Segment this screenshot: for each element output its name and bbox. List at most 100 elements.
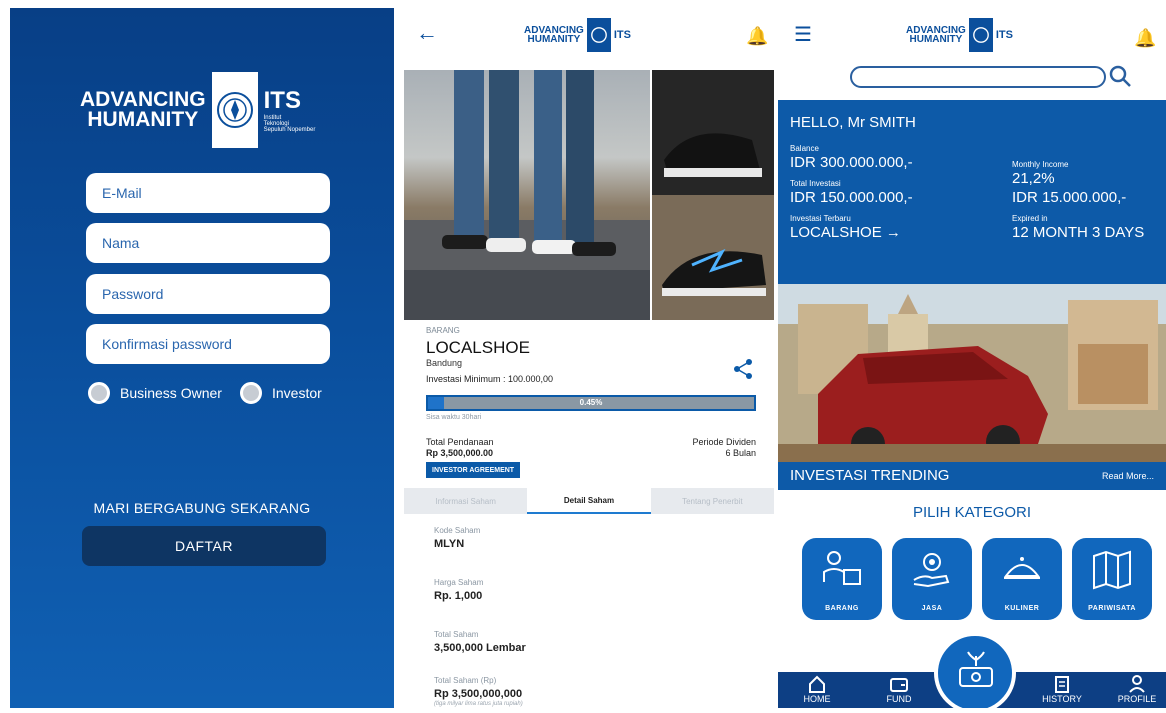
money-growth-icon <box>959 651 993 687</box>
box-person-icon <box>823 551 861 585</box>
total-invest-value: IDR 150.000.000,- <box>790 189 913 206</box>
back-arrow-icon[interactable]: ← <box>416 20 438 46</box>
remaining-time: Sisa waktu 30hari <box>426 414 482 421</box>
monthly-income-pct: 21,2% <box>1012 170 1055 187</box>
email-input[interactable] <box>86 173 330 213</box>
its-wordmark: ITS <box>263 86 301 114</box>
funding-progress-label: 0.45% <box>579 398 603 407</box>
join-text: MARI BERGABUNG SEKARANG <box>93 500 311 516</box>
nav-fund-label: FUND <box>886 694 912 704</box>
category-kuliner-label: KULINER <box>1004 605 1040 612</box>
confirm-password-input[interactable] <box>86 324 330 364</box>
tab-tentang-penerbit[interactable]: Tentang Penerbit <box>650 488 774 514</box>
monthly-income-value: IDR 15.000.000,- <box>1012 189 1127 206</box>
home-brand-line-2: HUMANITY <box>909 34 963 45</box>
header-logo: ADVANCING HUMANITY ITS <box>906 18 1013 52</box>
expired-value: 12 MONTH 3 DAYS <box>1012 224 1145 241</box>
nav-history-label: HISTORY <box>1042 694 1082 704</box>
brand-line-2: HUMANITY <box>87 108 199 131</box>
trending-photo[interactable] <box>778 284 1166 462</box>
account-summary: HELLO, Mr SMITH Balance IDR 300.000.000,… <box>778 100 1166 284</box>
header-brand-line-2: HUMANITY <box>527 34 581 45</box>
dividend-label: Periode Dividen <box>692 437 756 447</box>
total-value-label: Total Saham (Rp) <box>434 676 497 685</box>
role-investor-label: Investor <box>272 385 322 401</box>
its-sub-3: Sepuluh Nopember <box>263 127 316 134</box>
password-input[interactable] <box>86 274 330 314</box>
register-screen: ADVANCING HUMANITY ITS Institut Teknolog… <box>10 8 394 708</box>
total-shares-label: Total Saham <box>434 630 479 639</box>
radio-icon <box>88 382 110 404</box>
bell-icon[interactable]: 🔔 <box>1134 28 1156 49</box>
trending-bar: INVESTASI TRENDING Read More... <box>778 462 1166 490</box>
latest-invest-link[interactable]: LOCALSHOE → <box>790 224 901 241</box>
trending-title: INVESTASI TRENDING <box>790 467 950 484</box>
invest-fab[interactable] <box>934 632 1016 708</box>
category-heading: PILIH KATEGORI <box>912 504 1032 521</box>
role-investor-radio[interactable]: Investor <box>240 382 322 404</box>
balance-value: IDR 300.000.000,- <box>790 154 913 171</box>
min-investment: Investasi Minimum : 100.000,00 <box>426 374 554 384</box>
category-barang[interactable]: BARANG <box>802 538 882 620</box>
balance-label: Balance <box>790 144 819 153</box>
wallet-icon <box>890 678 908 692</box>
category-jasa-label: JASA <box>921 605 943 612</box>
register-button[interactable]: DAFTAR <box>82 526 326 566</box>
investor-agreement-button[interactable]: INVESTOR AGREEMENT <box>426 462 521 478</box>
nav-profile-label: PROFILE <box>1117 694 1157 704</box>
name-input[interactable] <box>86 223 330 263</box>
read-more-link[interactable]: Read More... <box>1102 471 1154 481</box>
total-shares-value: 3,500,000 Lembar <box>434 642 526 654</box>
stock-price-value: Rp. 1,000 <box>434 590 483 602</box>
product-title: LOCALSHOE <box>426 338 530 357</box>
nav-home[interactable]: HOME <box>792 672 842 708</box>
category-pariwisata[interactable]: PARIWISATA <box>1072 538 1152 620</box>
menu-icon[interactable]: ☰ <box>794 22 812 47</box>
nav-profile[interactable]: PROFILE <box>1110 672 1164 708</box>
role-business-label: Business Owner <box>120 385 222 401</box>
category-jasa[interactable]: JASA <box>892 538 972 620</box>
nav-fund[interactable]: FUND <box>874 672 924 708</box>
detail-screen: ← ADVANCING HUMANITY ITS 🔔 BARANG LOCALS… <box>404 8 774 708</box>
latest-invest-label: Investasi Terbaru <box>790 214 851 223</box>
stock-price-label: Harga Saham <box>434 578 484 587</box>
funding-progress-bar: 0.45% <box>426 395 756 411</box>
stock-code-value: MLYN <box>434 538 465 550</box>
map-icon <box>1093 550 1131 590</box>
category-barang-label: BARANG <box>825 605 859 612</box>
radio-icon <box>240 382 262 404</box>
home-its-wordmark: ITS <box>995 29 1013 41</box>
home-icon <box>809 675 825 693</box>
product-category: BARANG <box>426 326 460 335</box>
its-seal-icon <box>968 18 993 52</box>
product-photo-side <box>652 70 774 320</box>
nav-home-label: HOME <box>803 694 831 704</box>
person-icon <box>1129 675 1145 693</box>
total-value-note: (tiga milyar lima ratus juta rupiah) <box>434 701 523 707</box>
header-its-wordmark: ITS <box>613 29 631 41</box>
tab-detail-saham[interactable]: Detail Saham <box>527 488 651 514</box>
clipboard-icon <box>1055 676 1069 693</box>
total-invest-label: Total Investasi <box>790 179 841 188</box>
brand-logo: ADVANCING HUMANITY ITS Institut Teknolog… <box>80 72 315 148</box>
bell-icon[interactable]: 🔔 <box>746 26 768 47</box>
share-icon[interactable] <box>732 358 754 385</box>
search-icon[interactable] <box>1108 64 1132 93</box>
category-pariwisata-label: PARIWISATA <box>1088 605 1136 612</box>
product-city: Bandung <box>426 358 463 368</box>
search-input[interactable] <box>850 66 1106 88</box>
greeting: HELLO, Mr SMITH <box>790 114 916 131</box>
home-screen: ☰ ADVANCING HUMANITY ITS 🔔 HELLO, Mr SMI… <box>778 8 1166 708</box>
brand-line-1: ADVANCING <box>80 88 206 112</box>
its-seal-icon <box>211 72 258 148</box>
tab-informasi-saham[interactable]: Informasi Saham <box>404 488 528 514</box>
header-logo: ADVANCING HUMANITY ITS <box>524 18 631 52</box>
detail-tabs: Informasi Saham Detail Saham Tentang Pen… <box>404 488 774 514</box>
detail-header: ← ADVANCING HUMANITY ITS 🔔 <box>404 8 774 70</box>
role-business-radio[interactable]: Business Owner <box>88 382 222 404</box>
monthly-income-label: Monthly Income <box>1012 160 1069 169</box>
category-kuliner[interactable]: KULINER <box>982 538 1062 620</box>
cloche-icon <box>1004 557 1040 579</box>
expired-label: Expired in <box>1012 214 1048 223</box>
nav-history[interactable]: HISTORY <box>1032 672 1092 708</box>
